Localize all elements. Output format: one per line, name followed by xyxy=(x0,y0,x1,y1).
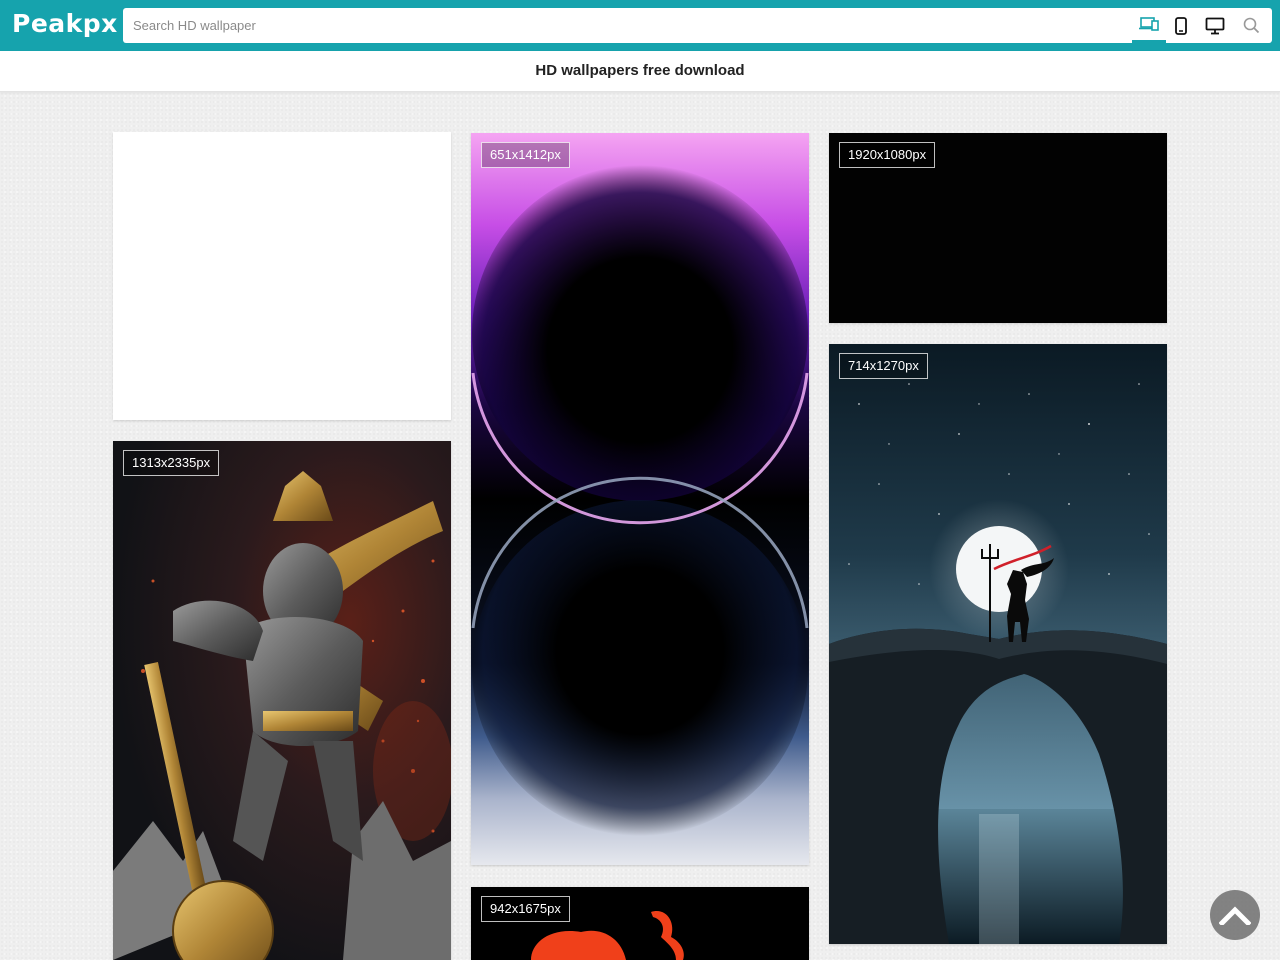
site-logo[interactable]: Peakpx xyxy=(12,9,118,39)
wallpaper-card-hanuman[interactable]: 1313x2335px xyxy=(113,441,451,960)
search-bar xyxy=(123,8,1272,43)
top-bar: Peakpx xyxy=(0,0,1280,51)
subheader: HD wallpapers free download xyxy=(0,51,1280,92)
wallpaper-card-shiva-moon[interactable]: 714x1270px xyxy=(829,344,1167,944)
search-input[interactable] xyxy=(123,8,1123,43)
scroll-top-button[interactable] xyxy=(1210,890,1260,940)
wallpaper-card-purple-sphere[interactable]: 651x1412px xyxy=(471,133,809,865)
wallpaper-image-hanuman xyxy=(113,441,451,960)
search-icon xyxy=(1243,17,1259,34)
resolution-badge: 651x1412px xyxy=(481,142,570,168)
resolution-badge: 942x1675px xyxy=(481,896,570,922)
wallpaper-card-red-art[interactable]: 942x1675px xyxy=(471,887,809,960)
chevron-up-icon xyxy=(1219,906,1251,925)
page-title: HD wallpapers free download xyxy=(535,62,745,79)
resolution-badge: 1313x2335px xyxy=(123,450,220,476)
wallpaper-image-purple-sphere xyxy=(471,133,809,865)
search-button[interactable] xyxy=(1234,8,1268,43)
desktop-filter-button[interactable] xyxy=(1198,8,1232,43)
resolution-badge: 1920x1080px xyxy=(839,142,936,168)
monitor-icon xyxy=(1205,17,1225,34)
wallpaper-image-shiva-moon xyxy=(829,344,1167,944)
mobile-filter-button[interactable] xyxy=(1164,8,1198,43)
ad-slot xyxy=(113,132,451,420)
wallpaper-card-black[interactable]: 1920x1080px xyxy=(829,133,1167,323)
phone-icon xyxy=(1175,16,1187,35)
resolution-badge: 714x1270px xyxy=(839,353,928,379)
devices-filter-button[interactable] xyxy=(1132,8,1166,43)
devices-icon xyxy=(1139,17,1159,31)
